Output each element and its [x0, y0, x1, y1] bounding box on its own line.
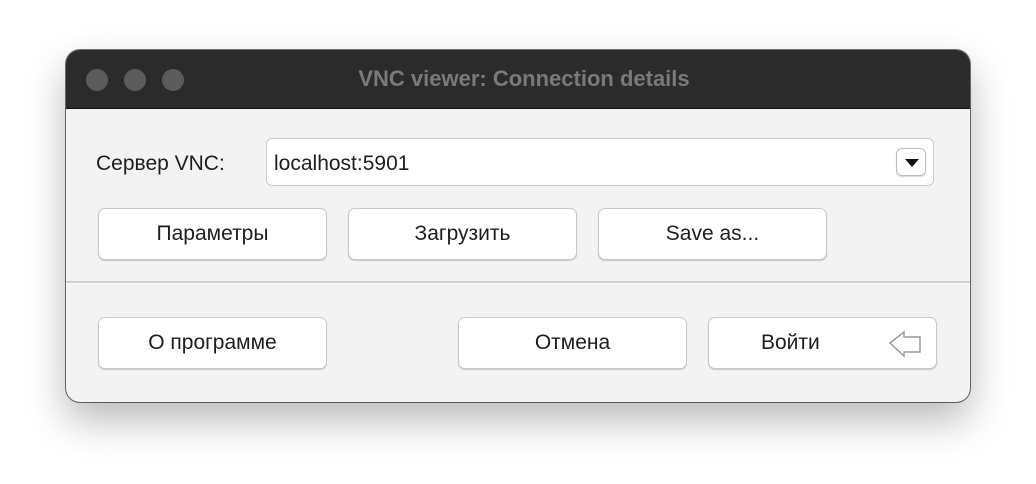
chevron-down-icon[interactable] — [896, 148, 926, 176]
server-label: Сервер VNC: — [96, 152, 225, 175]
server-input[interactable]: localhost:5901 — [274, 152, 409, 176]
about-button[interactable]: О программе — [98, 317, 327, 369]
return-key-icon — [888, 330, 921, 358]
parameters-button[interactable]: Параметры — [98, 208, 327, 260]
connect-button[interactable]: Войти — [708, 317, 937, 369]
server-combobox[interactable]: localhost:5901 — [266, 138, 934, 186]
window-title: VNC viewer: Connection details — [358, 66, 690, 91]
title-bar[interactable]: VNC viewer: Connection details — [66, 50, 970, 109]
load-button[interactable]: Загрузить — [348, 208, 577, 260]
cancel-button[interactable]: Отмена — [458, 317, 687, 369]
save-as-button[interactable]: Save as... — [598, 208, 827, 260]
divider — [66, 281, 970, 284]
connect-button-label: Войти — [761, 331, 820, 354]
connection-dialog: VNC viewer: Connection details Сервер VN… — [66, 50, 970, 402]
